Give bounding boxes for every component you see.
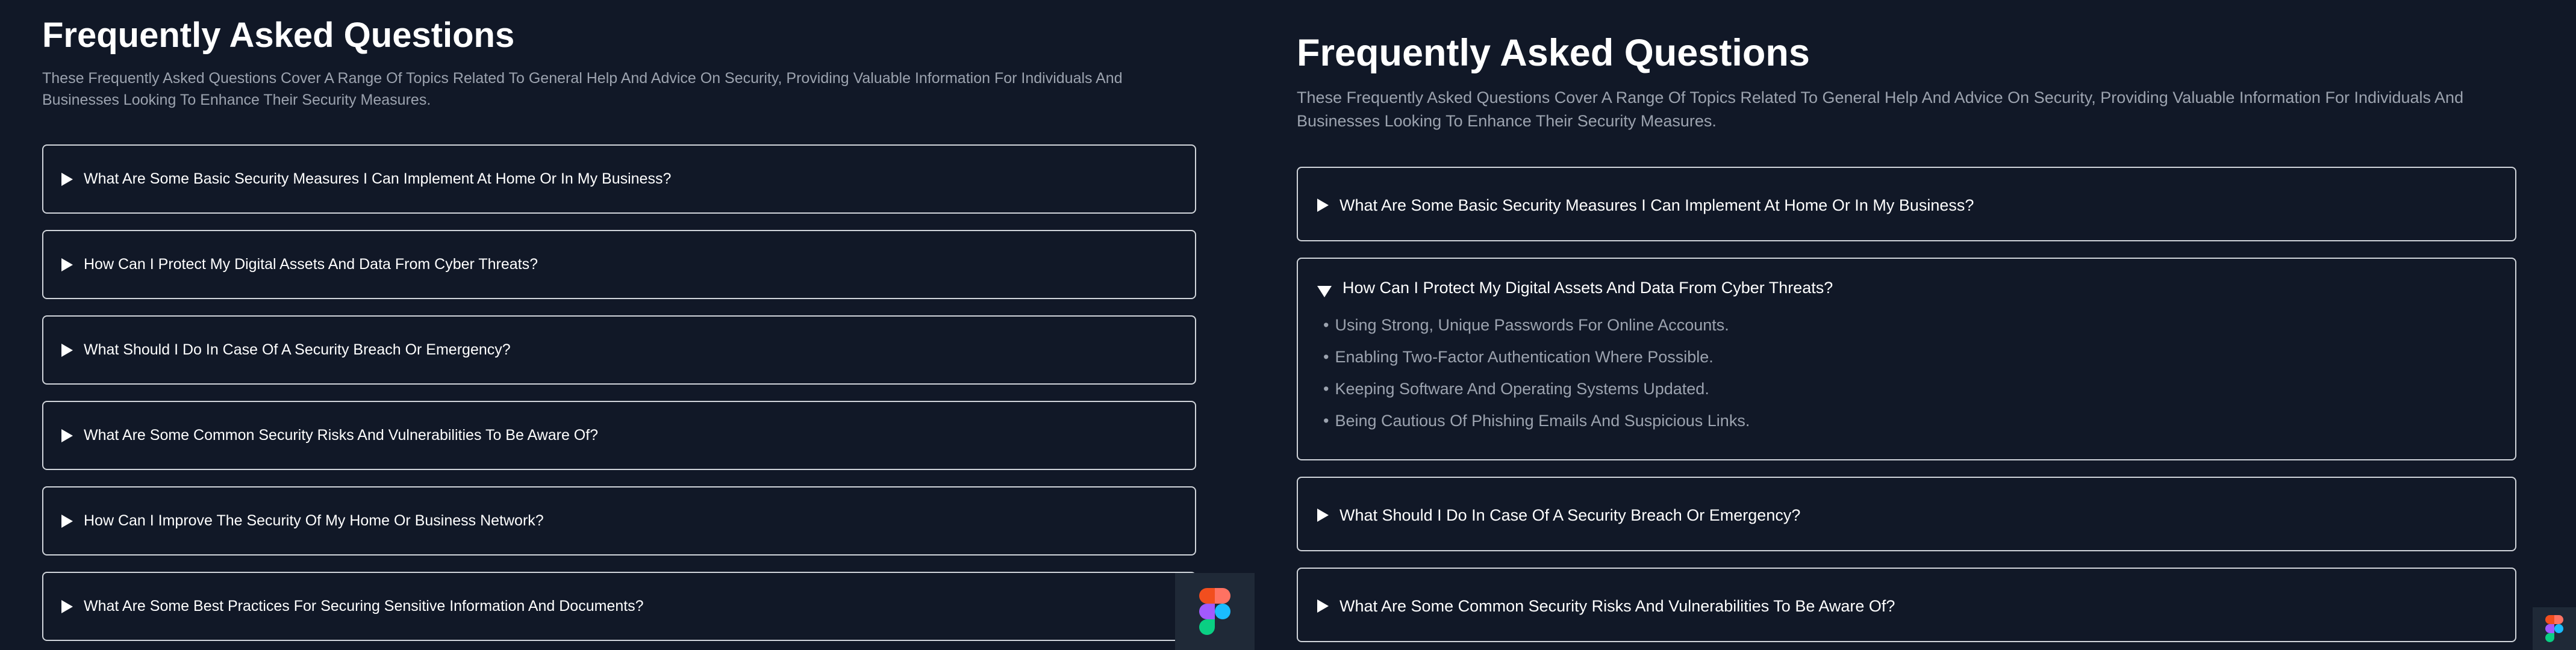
bullet: •: [1323, 412, 1329, 430]
bullet: •: [1323, 348, 1329, 366]
faq-answer-item: • Being Cautious Of Phishing Emails And S…: [1323, 405, 2515, 437]
faq-item[interactable]: What Are Some Common Security Risks And …: [1297, 568, 2516, 642]
faq-item[interactable]: How Can I Protect My Digital Assets And …: [42, 230, 1196, 299]
faq-question-text: What Are Some Common Security Risks And …: [1339, 596, 1895, 615]
faq-question-text: What Are Some Common Security Risks And …: [84, 427, 599, 444]
triangle-down-icon: [1317, 286, 1332, 297]
triangle-right-icon: [61, 172, 73, 186]
faq-answer-text: Enabling Two-Factor Authentication Where…: [1335, 348, 1714, 366]
triangle-right-icon: [61, 343, 73, 357]
faq-answer-list: • Using Strong, Unique Passwords For Onli…: [1298, 297, 2515, 437]
faq-item[interactable]: What Should I Do In Case Of A Security B…: [42, 315, 1196, 385]
bullet: •: [1323, 380, 1329, 398]
faq-item[interactable]: What Are Some Common Security Risks And …: [42, 401, 1196, 470]
figma-badge[interactable]: [1175, 573, 1255, 650]
page-title: Frequently Asked Questions: [1297, 32, 1810, 74]
faq-question-toggle[interactable]: What Should I Do In Case Of A Security B…: [1298, 478, 2515, 552]
triangle-right-icon: [1317, 599, 1329, 613]
faq-question-text: How Can I Improve The Security Of My Hom…: [84, 512, 544, 529]
faq-question-toggle[interactable]: What Are Some Best Practices For Securin…: [43, 573, 1195, 640]
faq-list: What Are Some Basic Security Measures I …: [42, 144, 1196, 650]
triangle-right-icon: [61, 599, 73, 613]
faq-question-text: What Should I Do In Case Of A Security B…: [1339, 506, 1801, 524]
faq-question-text: What Are Some Basic Security Measures I …: [84, 170, 672, 187]
faq-answer-item: • Using Strong, Unique Passwords For Onli…: [1323, 309, 2515, 341]
figma-logo-icon: [1199, 588, 1230, 635]
figma-badge[interactable]: [2533, 607, 2576, 650]
faq-section-right: Frequently Asked Questions These Frequen…: [1297, 0, 2516, 650]
faq-question-text: What Are Some Basic Security Measures I …: [1339, 196, 1974, 214]
faq-question-toggle[interactable]: What Are Some Basic Security Measures I …: [43, 146, 1195, 212]
faq-question-toggle[interactable]: How Can I Improve The Security Of My Hom…: [43, 488, 1195, 554]
faq-question-toggle[interactable]: What Are Some Common Security Risks And …: [1298, 569, 2515, 643]
faq-question-toggle[interactable]: What Are Some Common Security Risks And …: [43, 402, 1195, 469]
faq-item-expanded[interactable]: How Can I Protect My Digital Assets And …: [1297, 258, 2516, 460]
faq-answer-text: Being Cautious Of Phishing Emails And Su…: [1335, 412, 1750, 430]
triangle-right-icon: [61, 258, 73, 271]
faq-question-text: How Can I Protect My Digital Assets And …: [84, 256, 538, 273]
faq-answer-text: Keeping Software And Operating Systems U…: [1335, 380, 1709, 398]
page-description: These Frequently Asked Questions Cover A…: [42, 70, 1123, 109]
triangle-right-icon: [1317, 509, 1329, 522]
faq-item[interactable]: How Can I Improve The Security Of My Hom…: [42, 486, 1196, 556]
faq-question-text: What Are Some Best Practices For Securin…: [84, 598, 644, 614]
faq-list: What Are Some Basic Security Measures I …: [1297, 167, 2516, 650]
triangle-right-icon: [61, 514, 73, 528]
faq-item[interactable]: What Are Some Basic Security Measures I …: [1297, 167, 2516, 241]
faq-question-toggle[interactable]: What Should I Do In Case Of A Security B…: [43, 317, 1195, 383]
page-title: Frequently Asked Questions: [42, 16, 515, 55]
faq-question-toggle[interactable]: What Are Some Basic Security Measures I …: [1298, 168, 2515, 243]
faq-item[interactable]: What Are Some Basic Security Measures I …: [42, 144, 1196, 214]
faq-item[interactable]: What Should I Do In Case Of A Security B…: [1297, 477, 2516, 551]
faq-question-text: What Should I Do In Case Of A Security B…: [84, 341, 511, 358]
faq-question-toggle[interactable]: How Can I Protect My Digital Assets And …: [43, 231, 1195, 298]
faq-answer-text: Using Strong, Unique Passwords For Onlin…: [1335, 316, 1729, 334]
faq-answer-item: • Enabling Two-Factor Authentication Wher…: [1323, 341, 2515, 373]
page-description: These Frequently Asked Questions Cover A…: [1297, 88, 2464, 131]
faq-item[interactable]: What Are Some Best Practices For Securin…: [42, 572, 1196, 641]
triangle-right-icon: [1317, 199, 1329, 212]
triangle-right-icon: [61, 429, 73, 442]
faq-answer-item: • Keeping Software And Operating Systems …: [1323, 373, 2515, 405]
faq-section-left: Frequently Asked Questions These Frequen…: [42, 0, 1196, 650]
faq-question-toggle[interactable]: How Can I Protect My Digital Assets And …: [1298, 259, 2515, 297]
bullet: •: [1323, 316, 1329, 334]
figma-logo-icon: [2545, 615, 2563, 642]
faq-question-text: How Can I Protect My Digital Assets And …: [1343, 279, 1833, 297]
